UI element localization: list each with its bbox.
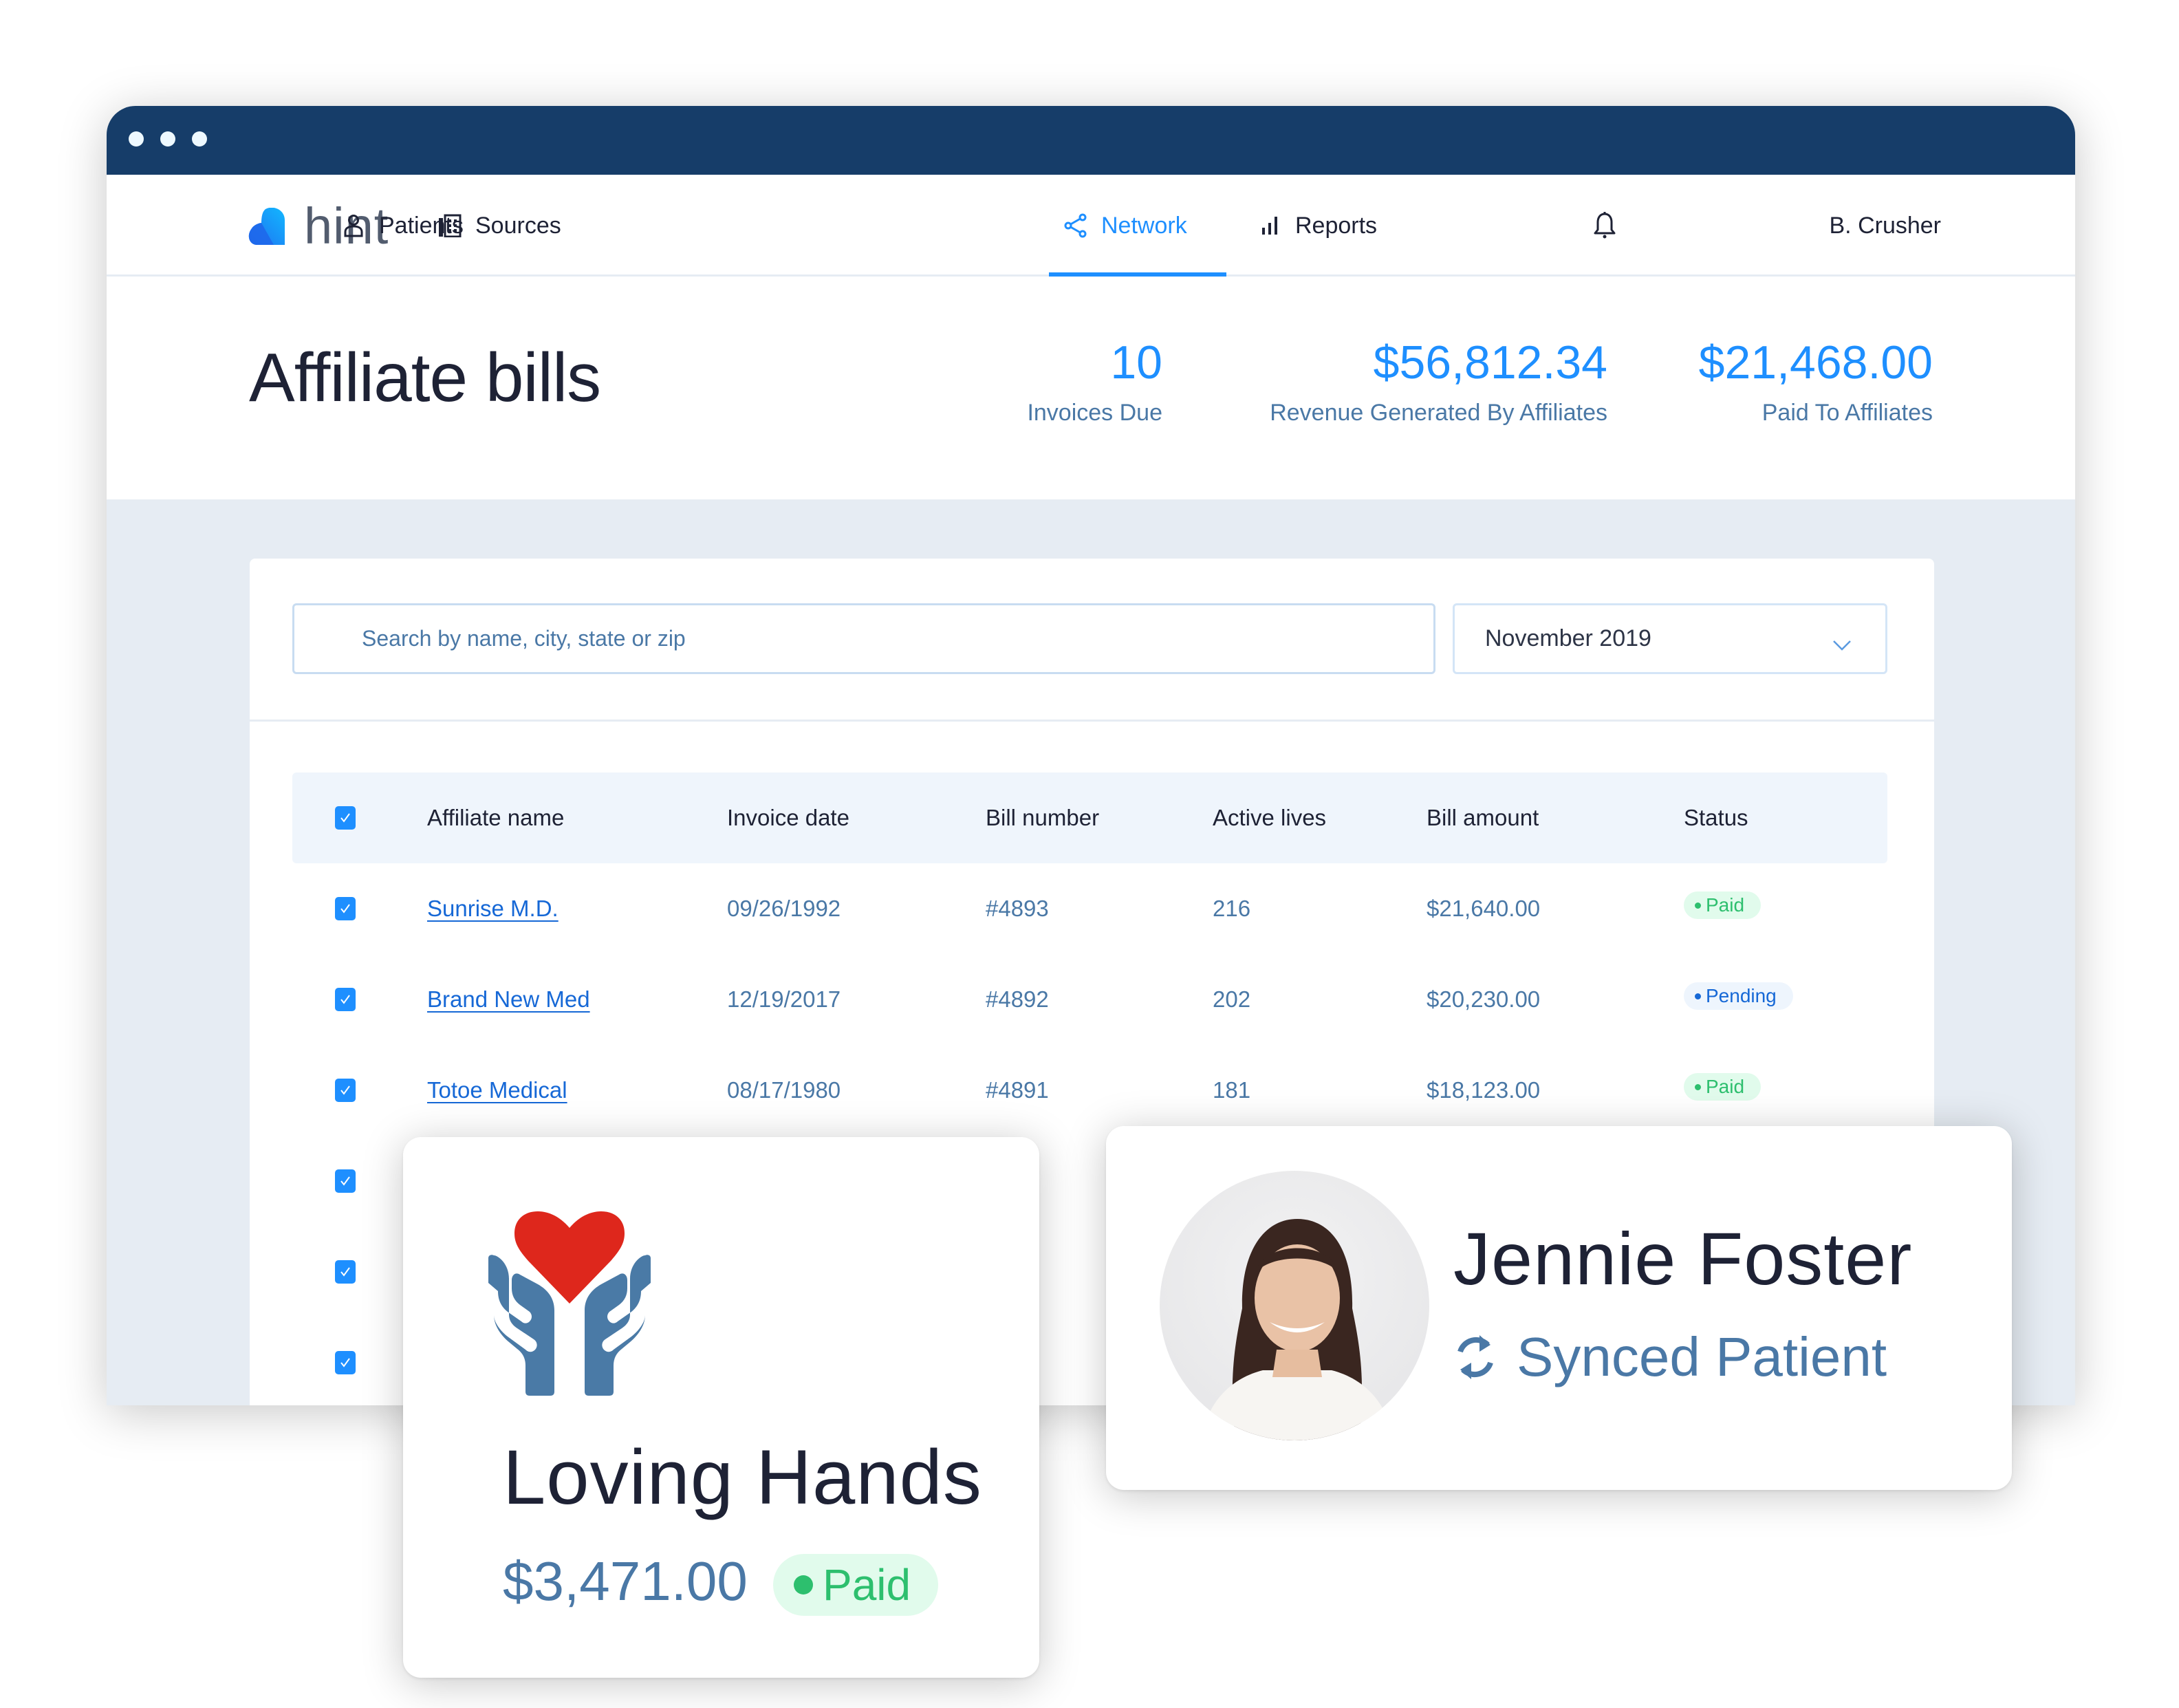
cell-status: Paid: [1684, 1045, 1761, 1136]
row-checkbox[interactable]: [335, 1351, 356, 1374]
sync-icon: [1453, 1331, 1497, 1383]
nav-sources[interactable]: Sources: [437, 175, 561, 277]
stat-label: Invoices Due: [1027, 400, 1162, 426]
cell-status: Pending: [1684, 954, 1793, 1045]
cell-affiliate-name: Sunrise M.D.: [427, 863, 559, 954]
cell-bill-number: #4891: [986, 1077, 1049, 1103]
bar-chart-icon: [1257, 213, 1283, 239]
cell-bill-amount: $18,123.00: [1427, 1077, 1541, 1103]
column-header-bill-number[interactable]: Bill number: [986, 772, 1099, 863]
cell-status: Paid: [1684, 863, 1761, 954]
select-all-checkbox[interactable]: [335, 806, 356, 830]
patient-name: Jennie Foster: [1453, 1217, 1913, 1300]
table-header: Affiliate name Invoice date Bill number …: [292, 772, 1887, 863]
page-title: Affiliate bills: [249, 339, 601, 416]
stat-label: Paid To Affiliates: [1761, 400, 1933, 426]
row-checkbox[interactable]: [335, 1169, 356, 1193]
month-dropdown[interactable]: November 2019: [1453, 603, 1887, 674]
row-checkbox[interactable]: [335, 988, 356, 1011]
column-header-active-lives[interactable]: Active lives: [1213, 772, 1326, 863]
avatar: [1160, 1171, 1429, 1440]
cell-invoice-date: 08/17/1980: [727, 1077, 841, 1103]
nav-label: Reports: [1295, 212, 1378, 239]
month-dropdown-value: November 2019: [1485, 625, 1651, 651]
column-header-bill-amount[interactable]: Bill amount: [1427, 772, 1539, 863]
patient-card[interactable]: Jennie Foster Synced Patient: [1106, 1126, 2012, 1490]
window-dot[interactable]: [129, 131, 144, 147]
column-header-affiliate-name[interactable]: Affiliate name: [427, 772, 564, 863]
cell-bill-amount: $20,230.00: [1427, 986, 1541, 1012]
nav-label: Network: [1101, 212, 1187, 239]
row-checkbox[interactable]: [335, 897, 356, 920]
affiliate-link[interactable]: Totoe Medical: [427, 1077, 567, 1103]
cell-bill-amount: $21,640.00: [1427, 896, 1541, 921]
status-badge: Paid: [1684, 1073, 1761, 1101]
bell-icon[interactable]: [1592, 212, 1617, 239]
hint-logo-icon: [248, 207, 286, 245]
affiliate-name: Loving Hands: [503, 1434, 982, 1520]
share-icon: [1063, 213, 1089, 239]
table-row[interactable]: Sunrise M.D. 09/26/1992 #4893 216 $21,640.00…: [292, 863, 1887, 954]
chevron-down-icon: [1832, 631, 1852, 651]
column-header-invoice-date[interactable]: Invoice date: [727, 772, 849, 863]
nav-reports[interactable]: Reports: [1257, 175, 1377, 277]
window-titlebar: [107, 106, 2075, 175]
affiliate-amount: $3,471.00: [503, 1550, 748, 1612]
status-label: Paid: [1706, 1076, 1745, 1097]
status-badge: Paid: [1684, 891, 1761, 919]
stat-value: $56,812.34: [1373, 336, 1607, 389]
table-row[interactable]: Brand New Med 12/19/2017 #4892 202 $20,230.0…: [292, 954, 1887, 1045]
search-input[interactable]: [362, 626, 1433, 651]
nav-network[interactable]: Network: [1063, 175, 1187, 277]
affiliate-link[interactable]: Sunrise M.D.: [427, 896, 559, 922]
cell-invoice-date: 09/26/1992: [727, 896, 841, 921]
stat-label: Revenue Generated By Affiliates: [1270, 400, 1607, 426]
status-badge: Pending: [1684, 982, 1793, 1010]
row-checkbox[interactable]: [335, 1079, 356, 1102]
status-dot-icon: [1695, 902, 1701, 909]
page-header: Affiliate bills 10 Invoices Due $56,812.…: [107, 277, 2075, 499]
window-dot[interactable]: [160, 131, 175, 147]
person-icon: [340, 213, 367, 239]
status-dot-icon: [1695, 993, 1701, 999]
status-badge: Paid: [773, 1554, 939, 1616]
status-dot-icon: [1695, 1083, 1701, 1090]
search-field[interactable]: [292, 603, 1435, 674]
row-checkbox[interactable]: [335, 1260, 356, 1284]
hands-heart-icon: [488, 1211, 651, 1396]
nav-label: Sources: [475, 212, 561, 239]
cell-affiliate-name: Totoe Medical: [427, 1045, 567, 1136]
cell-bill-number: #4893: [986, 896, 1049, 921]
window-dot[interactable]: [192, 131, 207, 147]
cell-affiliate-name: Brand New Med: [427, 954, 590, 1045]
affiliate-link[interactable]: Brand New Med: [427, 986, 590, 1013]
stat-value: 10: [1110, 336, 1162, 389]
cell-invoice-date: 12/19/2017: [727, 986, 841, 1012]
status-dot-icon: [794, 1575, 813, 1595]
status-label: Pending: [1706, 985, 1777, 1006]
cell-active-lives: 216: [1213, 896, 1251, 921]
stat-value: $21,468.00: [1698, 336, 1933, 389]
cell-active-lives: 181: [1213, 1077, 1251, 1103]
cell-bill-number: #4892: [986, 986, 1049, 1012]
patient-sync-status: Synced Patient: [1453, 1326, 1887, 1389]
affiliate-card[interactable]: Loving Hands $3,471.00 Paid: [403, 1137, 1039, 1678]
patient-status-label: Synced Patient: [1517, 1326, 1887, 1387]
user-menu[interactable]: B. Crusher: [1830, 175, 1942, 277]
divider: [250, 720, 1934, 722]
cell-active-lives: 202: [1213, 986, 1251, 1012]
status-label: Paid: [823, 1560, 911, 1610]
stat-revenue-generated: $56,812.34 Revenue Generated By Affiliat…: [1270, 335, 1607, 426]
stat-invoices-due: 10 Invoices Due: [1027, 335, 1162, 426]
column-header-status[interactable]: Status: [1684, 772, 1748, 863]
top-nav: hint Patients Sources Network Reports B.…: [107, 175, 2075, 278]
building-icon: [437, 213, 463, 239]
stat-paid-to-affiliates: $21,468.00 Paid To Affiliates: [1699, 335, 1933, 426]
status-label: Paid: [1706, 894, 1745, 916]
table-row[interactable]: Totoe Medical 08/17/1980 #4891 181 $18,123.0…: [292, 1045, 1887, 1136]
